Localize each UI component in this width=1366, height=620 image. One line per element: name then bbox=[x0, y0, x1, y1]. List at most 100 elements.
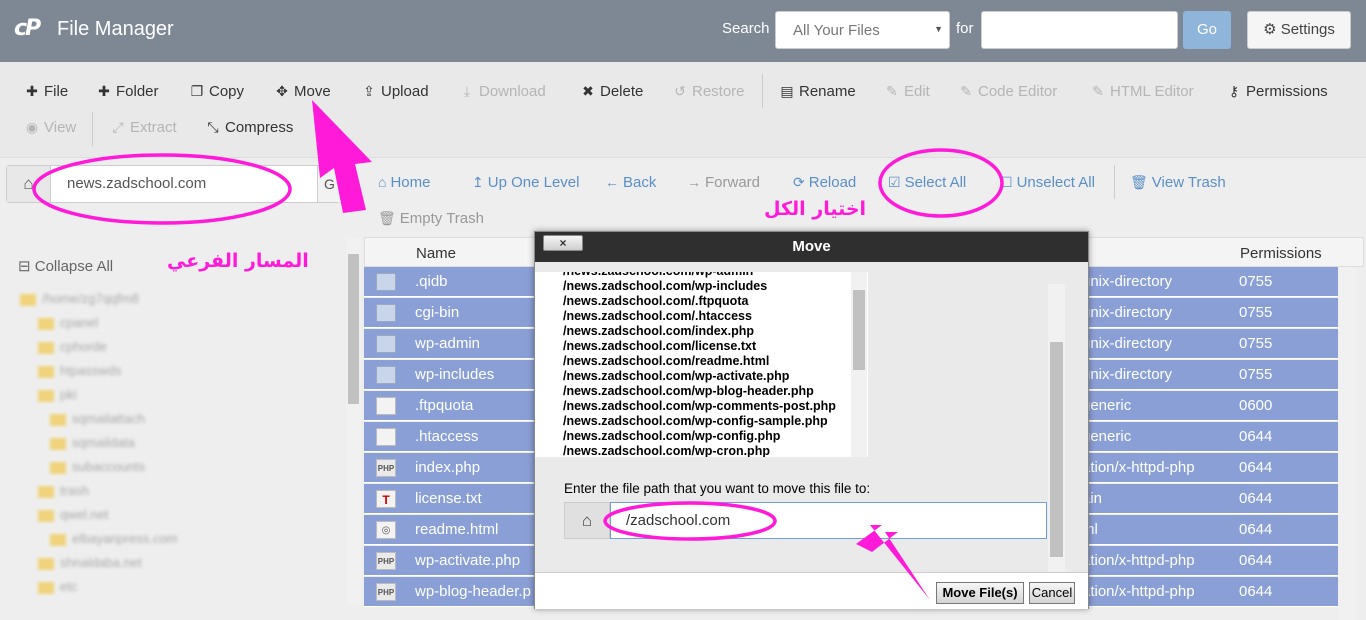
tree-item[interactable]: cpanel bbox=[38, 315, 98, 330]
tree-item[interactable]: subaccounts bbox=[50, 459, 145, 474]
list-item: /news.zadschool.com/wp-cron.php bbox=[563, 444, 770, 457]
dialog-body: /news.zadschool.com/wp-admin/news.zadsch… bbox=[535, 262, 1088, 574]
settings-button[interactable]: ⚙ Settings bbox=[1247, 11, 1351, 49]
code-editor-button[interactable]: ✎ Code Editor bbox=[958, 83, 1057, 100]
list-item: /news.zadschool.com/wp-config.php bbox=[563, 429, 781, 443]
permissions-button[interactable]: ⚷ Permissions bbox=[1226, 83, 1328, 100]
file-type: ation/x-httpd-php bbox=[1082, 459, 1195, 476]
tree-item[interactable]: etc bbox=[38, 579, 77, 594]
home-icon[interactable]: ⌂ bbox=[7, 166, 51, 202]
rename-button[interactable]: ▤ Rename bbox=[779, 83, 855, 100]
trash-icon: 🗑 bbox=[378, 210, 396, 226]
column-name[interactable]: Name bbox=[416, 245, 456, 262]
list-item: /news.zadschool.com/index.php bbox=[563, 324, 755, 338]
list-item: /news.zadschool.com/wp-activate.php bbox=[563, 369, 790, 383]
collapse-all-button[interactable]: ⊟ Collapse All bbox=[18, 257, 113, 275]
tree-item[interactable]: elbayanpress.com bbox=[50, 531, 178, 546]
file-permissions: 0644 bbox=[1239, 459, 1273, 476]
edit-button[interactable]: ✎ Edit bbox=[884, 83, 930, 100]
list-scrollbar[interactable] bbox=[851, 272, 867, 457]
edit-icon: ✎ bbox=[1092, 83, 1104, 99]
nav-forward[interactable]: → Forward bbox=[687, 174, 760, 191]
restore-button[interactable]: ↺ Restore bbox=[672, 83, 745, 100]
nav-reload[interactable]: ⟳ Reload bbox=[793, 174, 856, 191]
upload-button[interactable]: ⇪ Upload bbox=[361, 83, 428, 100]
tree-item[interactable]: pki bbox=[38, 387, 77, 402]
scroll-thumb[interactable] bbox=[1050, 342, 1063, 557]
for-label: for bbox=[956, 20, 974, 37]
tree-item-label: cphorde bbox=[60, 339, 107, 354]
tree-item-label: pki bbox=[60, 387, 77, 402]
nav-view-trash-label: View Trash bbox=[1151, 174, 1226, 191]
scroll-thumb[interactable] bbox=[853, 290, 865, 370]
tree-item[interactable]: qwel.net bbox=[38, 507, 108, 522]
path-go-button[interactable]: G bbox=[317, 166, 341, 202]
annotation-subpath: المسار الفرعي bbox=[167, 250, 309, 272]
file-permissions: 0755 bbox=[1239, 335, 1273, 352]
download-button[interactable]: ⤓ Download bbox=[459, 83, 546, 100]
file-permissions: 0644 bbox=[1239, 490, 1273, 507]
close-button[interactable]: × bbox=[543, 235, 583, 251]
new-file-button[interactable]: ✚ File bbox=[24, 83, 68, 100]
new-file-label: File bbox=[44, 83, 69, 100]
copy-button[interactable]: ❐ Copy bbox=[189, 83, 244, 100]
tree-item[interactable]: htpasswds bbox=[38, 363, 121, 378]
view-button[interactable]: ◉ View bbox=[24, 119, 76, 136]
copy-icon: ❐ bbox=[190, 83, 204, 99]
trash-icon: 🗑 bbox=[1130, 174, 1148, 190]
file-permissions: 0600 bbox=[1239, 397, 1273, 414]
delete-button[interactable]: ✖ Delete bbox=[580, 83, 643, 100]
file-name: .qidb bbox=[415, 273, 448, 290]
nav-empty-trash[interactable]: 🗑 Empty Trash bbox=[378, 210, 484, 227]
txt-icon: T bbox=[376, 490, 396, 508]
list-item: /news.zadschool.com/wp-blog-header.php bbox=[563, 384, 814, 398]
table-scrollbar[interactable] bbox=[1339, 267, 1356, 620]
scroll-thumb[interactable] bbox=[348, 254, 359, 404]
file-name: index.php bbox=[415, 459, 481, 476]
destination-path-input[interactable]: /zadschool.com bbox=[610, 502, 1047, 539]
nav-reload-label: Reload bbox=[808, 174, 857, 191]
path-input[interactable]: news.zadschool.com bbox=[67, 175, 206, 192]
php-icon: PHP bbox=[376, 583, 396, 601]
search-scope-select[interactable]: All Your Files ▼ bbox=[775, 11, 950, 49]
selected-files-list[interactable]: /news.zadschool.com/wp-admin/news.zadsch… bbox=[535, 272, 868, 457]
tree-item[interactable]: /home/zg7qqfm8 bbox=[20, 291, 139, 306]
nav-unselect-all[interactable]: ☐ Unselect All bbox=[1000, 174, 1095, 191]
column-permissions[interactable]: Permissions bbox=[1240, 245, 1322, 262]
file-type: unix-directory bbox=[1082, 335, 1173, 352]
search-input[interactable] bbox=[981, 11, 1178, 49]
tree-item[interactable]: shnaldaba.net bbox=[38, 555, 142, 570]
cpanel-logo: cP bbox=[14, 16, 41, 41]
list-item: /news.zadschool.com/license.txt bbox=[563, 339, 757, 353]
sidebar-scrollbar[interactable] bbox=[346, 238, 361, 604]
html-editor-button[interactable]: ✎ HTML Editor bbox=[1090, 83, 1194, 100]
dialog-title: Move bbox=[792, 238, 831, 255]
move-button[interactable]: ✥ Move bbox=[274, 83, 331, 100]
restore-label: Restore bbox=[692, 83, 745, 100]
expand-icon: ⤢ bbox=[112, 119, 124, 135]
nav-home[interactable]: ⌂ Home bbox=[378, 174, 430, 191]
tree-item[interactable]: trash bbox=[38, 483, 89, 498]
toolbar: ✚ File ✚ Folder ❐ Copy ✥ Move ⇪ Upload ⤓ Downl… bbox=[0, 62, 1366, 158]
file-type: generic bbox=[1082, 397, 1132, 414]
folder-icon bbox=[38, 317, 54, 330]
nav-up-one-level[interactable]: ↥ Up One Level bbox=[472, 174, 579, 191]
tree-item[interactable]: cphorde bbox=[38, 339, 107, 354]
nav-view-trash[interactable]: 🗑 View Trash bbox=[1130, 174, 1226, 191]
tree-item[interactable]: sqmaildata bbox=[50, 435, 135, 450]
move-files-button[interactable]: Move File(s) bbox=[936, 582, 1024, 604]
compress-button[interactable]: ⤡ Compress bbox=[205, 119, 293, 136]
file-type: unix-directory bbox=[1082, 304, 1173, 321]
go-button[interactable]: Go bbox=[1183, 11, 1231, 49]
nav-forward-label: Forward bbox=[705, 174, 761, 191]
tree-item[interactable]: sqmailattach bbox=[50, 411, 145, 426]
extract-button[interactable]: ⤢ Extract bbox=[110, 119, 176, 136]
new-folder-button[interactable]: ✚ Folder bbox=[96, 83, 158, 100]
folder-icon bbox=[38, 581, 54, 594]
nav-back[interactable]: ← Back bbox=[605, 174, 656, 191]
cancel-button[interactable]: Cancel bbox=[1029, 582, 1075, 604]
dialog-scrollbar[interactable] bbox=[1048, 284, 1065, 574]
app-title: File Manager bbox=[57, 18, 174, 40]
nav-select-all[interactable]: ☑ Select All bbox=[888, 174, 966, 191]
move-dialog: Move × /news.zadschool.com/wp-admin/news… bbox=[534, 231, 1089, 609]
